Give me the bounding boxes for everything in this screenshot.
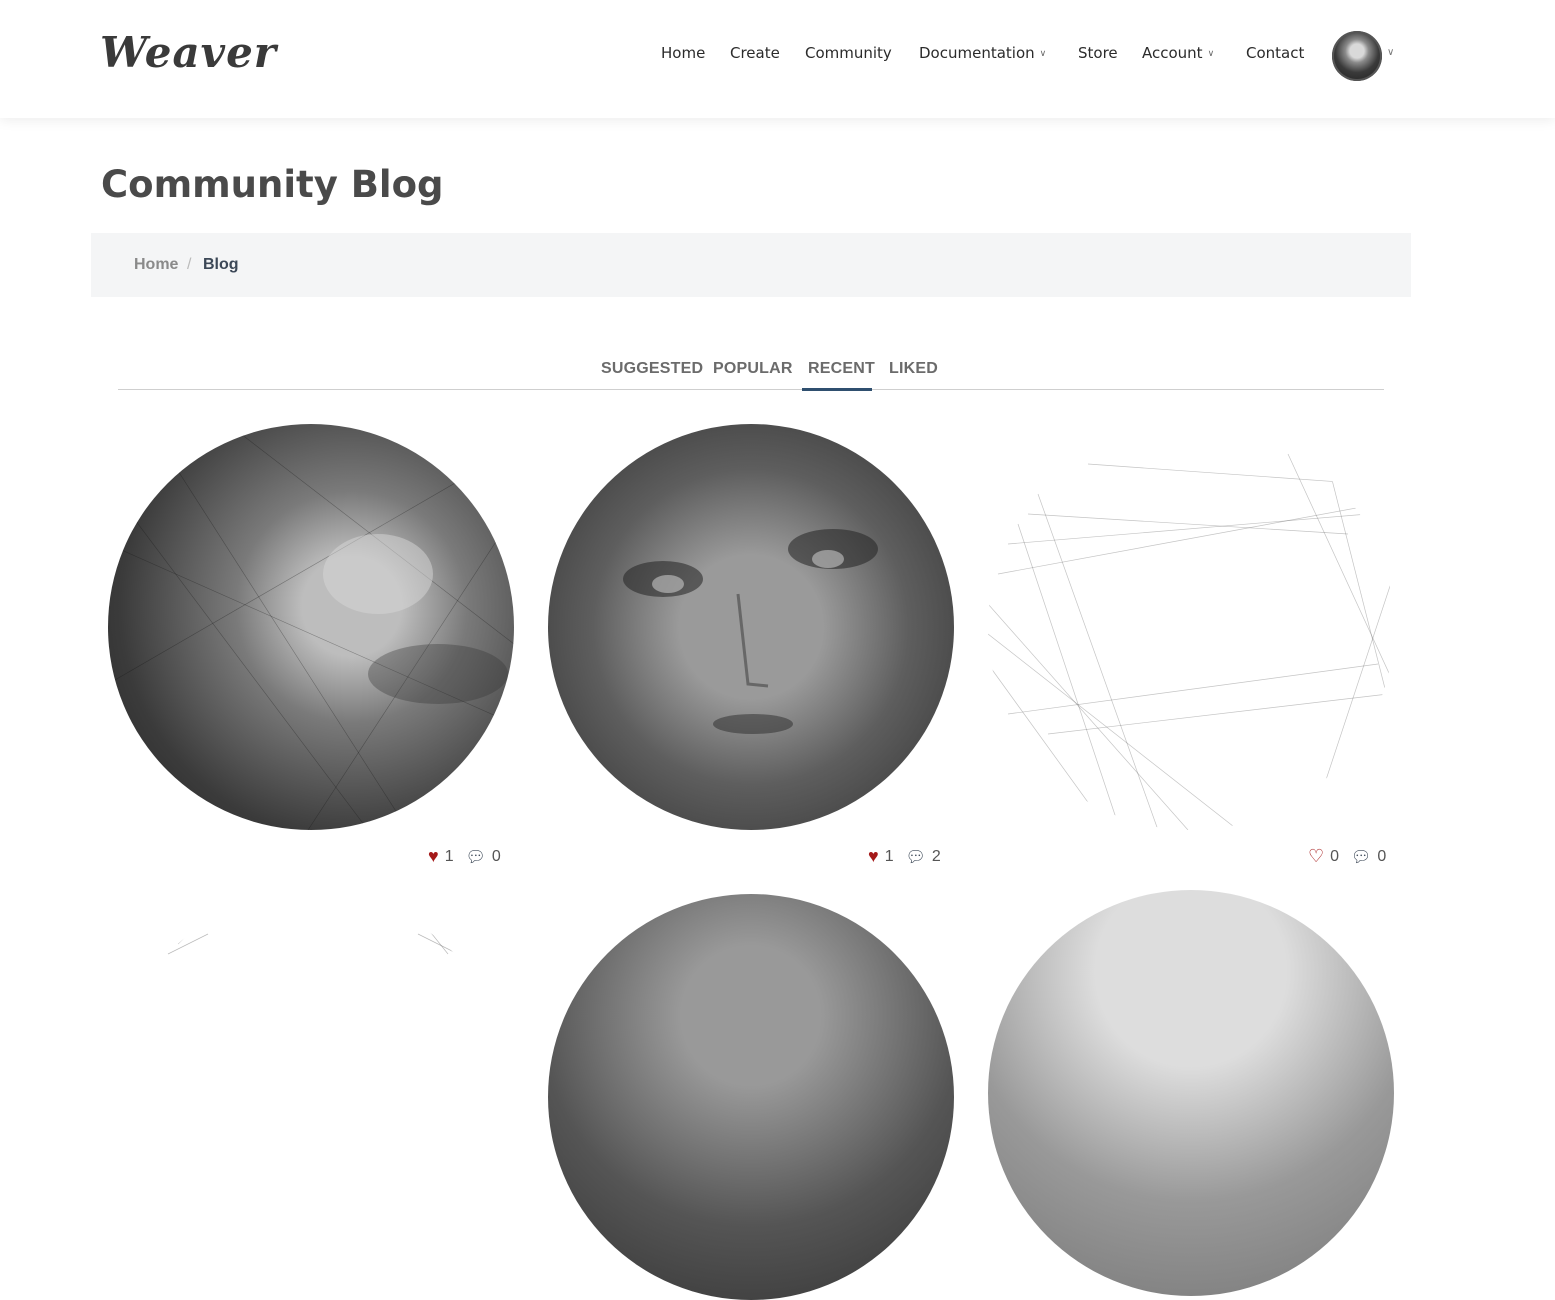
chevron-down-icon: ∨: [1039, 49, 1047, 59]
heart-outline-icon[interactable]: ♡: [1308, 846, 1324, 867]
like-count: 1: [444, 847, 454, 865]
active-tab-indicator: [802, 388, 872, 391]
nav-account-label: Account: [1142, 44, 1203, 62]
breadcrumb-separator: /: [187, 256, 192, 273]
post-stats: ♥ 1 💬︎ 2: [868, 846, 953, 867]
string-art-lines: [988, 453, 1394, 830]
nav-store[interactable]: Store: [1078, 44, 1118, 62]
string-art-portrait: [108, 424, 514, 830]
chevron-down-icon[interactable]: ∨: [1387, 47, 1394, 58]
heart-icon[interactable]: ♥: [868, 846, 879, 867]
post-image[interactable]: [108, 894, 514, 1300]
comment-icon[interactable]: 💬︎: [906, 847, 926, 867]
post-stats: ♥ 1 💬︎ 0: [428, 846, 513, 867]
post-image[interactable]: [988, 424, 1394, 830]
nav-account[interactable]: Account ∨: [1142, 44, 1214, 62]
user-avatar[interactable]: [1332, 31, 1382, 81]
comment-count: 0: [1377, 847, 1387, 865]
tab-suggested[interactable]: SUGGESTED: [601, 360, 703, 378]
string-art-portrait: [623, 529, 878, 734]
tab-recent[interactable]: RECENT: [808, 360, 875, 378]
nav-community[interactable]: Community: [805, 44, 892, 62]
tab-liked[interactable]: LIKED: [889, 360, 938, 378]
post-image[interactable]: [548, 424, 954, 830]
post-image[interactable]: [548, 894, 954, 1300]
chevron-down-icon: ∨: [1207, 49, 1215, 59]
breadcrumb: Home / Blog: [91, 233, 1411, 297]
comment-count: 2: [931, 847, 941, 865]
like-count: 0: [1330, 847, 1340, 865]
breadcrumb-current: Blog: [203, 256, 239, 273]
heart-icon[interactable]: ♥: [428, 846, 439, 867]
tabs-divider: [118, 389, 1384, 390]
breadcrumb-home[interactable]: Home: [134, 256, 178, 274]
like-count: 1: [884, 847, 894, 865]
post-stats: ♡ 0 💬︎ 0: [1308, 846, 1398, 867]
post-image[interactable]: [108, 424, 514, 830]
comment-icon[interactable]: 💬︎: [1351, 847, 1371, 867]
nav-contact[interactable]: Contact: [1246, 44, 1304, 62]
comment-icon[interactable]: 💬︎: [466, 847, 486, 867]
comment-count: 0: [491, 847, 501, 865]
nav-create[interactable]: Create: [730, 44, 780, 62]
string-art-lines: [167, 923, 459, 955]
tab-popular[interactable]: POPULAR: [713, 360, 793, 378]
nav-home[interactable]: Home: [661, 44, 705, 62]
nav-documentation[interactable]: Documentation ∨: [919, 44, 1046, 62]
site-header: Weaver Home Create Community Documentati…: [0, 0, 1555, 118]
page-title: Community Blog: [101, 163, 444, 206]
site-logo[interactable]: Weaver: [100, 28, 277, 77]
nav-documentation-label: Documentation: [919, 44, 1035, 62]
